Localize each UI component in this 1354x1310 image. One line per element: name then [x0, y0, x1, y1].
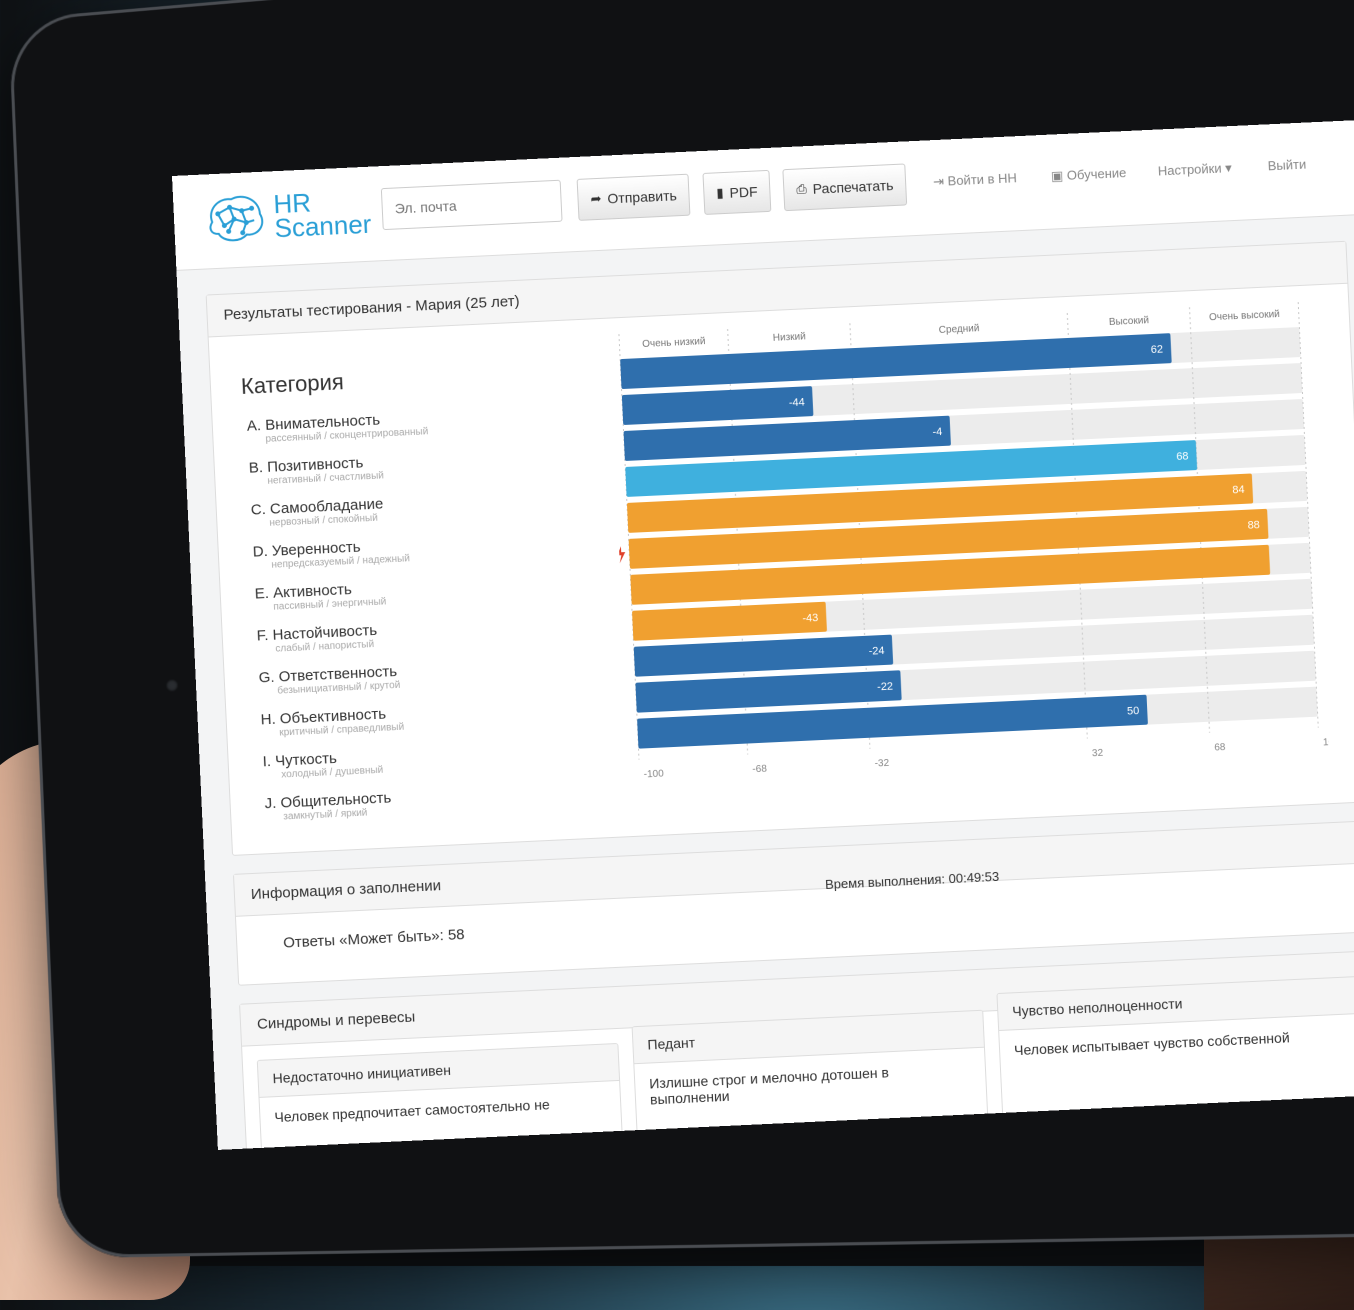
results-bar-chart: Очень низкий Низкий Средний Высокий Очень вы…	[609, 294, 1330, 796]
category-item: E. Активность пассивный / энергичный	[254, 579, 386, 613]
share-arrow-icon: ➦	[590, 191, 602, 207]
zone-label: Высокий	[1109, 315, 1150, 328]
print-icon: ⎙	[796, 181, 807, 197]
logout-link[interactable]: Выйти	[1267, 157, 1306, 174]
chart-bar	[632, 602, 827, 641]
zone-label: Очень высокий	[1209, 309, 1280, 323]
category-item: G. Ответственность безынициативный / крут…	[258, 663, 400, 698]
caret-down-icon: ▾	[1225, 160, 1232, 175]
lightning-icon	[617, 546, 626, 563]
bar-value-label: 84	[1232, 484, 1245, 497]
training-link[interactable]: ▣ Обучение	[1051, 165, 1127, 185]
tablet-camera	[166, 679, 179, 692]
bar-value-label: -44	[789, 396, 805, 409]
print-label: Распечатать	[812, 177, 893, 197]
bar-value-label: -22	[877, 681, 893, 694]
book-icon: ▣	[1051, 168, 1064, 184]
logo-text-scanner: Scanner	[274, 212, 372, 241]
pdf-button[interactable]: ▮ PDF	[702, 170, 771, 215]
app-screen: HR Scanner ➦ Отправить ▮ PDF ⎙ Распечата…	[172, 120, 1354, 1150]
file-icon: ▮	[716, 185, 724, 201]
send-label: Отправить	[607, 187, 677, 206]
logout-label: Выйти	[1267, 157, 1306, 174]
zone-label: Средний	[939, 323, 980, 336]
bar-value-label: 68	[1176, 450, 1189, 463]
login-icon: ⇥	[933, 174, 945, 189]
training-label: Обучение	[1067, 165, 1127, 183]
category-item: B. Позитивность негативный / счастливый	[248, 453, 384, 487]
x-tick-label: -100	[643, 768, 664, 780]
x-tick-label: 32	[1092, 748, 1104, 760]
print-button[interactable]: ⎙ Распечатать	[782, 163, 907, 211]
category-item: J. Общительность замкнутый / яркий	[264, 789, 392, 823]
bar-value-label: 50	[1127, 705, 1140, 718]
zone-label: Низкий	[773, 331, 806, 344]
login-hh-label: Войти в HH	[947, 170, 1017, 188]
settings-dropdown[interactable]: Настройки ▾	[1158, 160, 1233, 179]
email-input[interactable]	[381, 180, 563, 230]
send-button[interactable]: ➦ Отправить	[577, 174, 691, 221]
x-tick-label: 68	[1214, 742, 1226, 754]
category-item: I. Чуткость холодный / душевный	[262, 748, 383, 782]
logo-text: HR Scanner	[273, 188, 372, 241]
bar-value-label: 88	[1247, 519, 1260, 532]
x-tick-label: -32	[874, 758, 889, 770]
category-item: C. Самообладание нервозный / спокойный	[250, 495, 384, 529]
syndrome-card: Чувство неполноценности Человек испытыва…	[996, 976, 1354, 1115]
chart-bar	[635, 670, 901, 712]
x-tick-label: 100	[1323, 737, 1330, 749]
zone-label: Очень низкий	[642, 336, 706, 350]
x-tick-label: -68	[752, 764, 767, 776]
results-panel: Результаты тестирования - Мария (25 лет)…	[206, 241, 1354, 856]
category-item: H. Объективность критичный / справедливый	[260, 705, 404, 740]
settings-label: Настройки	[1158, 161, 1222, 179]
bar-value-label: -43	[802, 612, 818, 625]
pdf-label: PDF	[729, 183, 758, 200]
brain-network-icon	[203, 190, 269, 247]
hr-scanner-logo[interactable]: HR Scanner	[203, 185, 372, 247]
chart-bar	[634, 635, 894, 677]
category-item: D. Уверенность непредсказуемый / надежный	[252, 536, 410, 571]
bar-value-label: -4	[932, 426, 942, 438]
maybe-answers-text: Ответы «Может быть»: 58	[283, 926, 465, 952]
bar-value-label: 62	[1151, 344, 1164, 357]
category-heading: Категория	[240, 369, 344, 400]
category-item: F. Настойчивость слабый / напористый	[256, 622, 378, 656]
login-hh-link[interactable]: ⇥ Войти в HH	[933, 170, 1017, 190]
category-item: A. Внимательность рассеянный / сконцентри…	[246, 409, 428, 445]
chart-bar	[622, 386, 814, 425]
bar-value-label: -24	[868, 645, 884, 658]
